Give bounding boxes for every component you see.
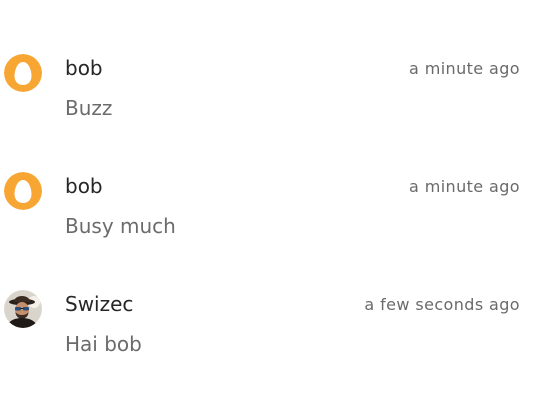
message-author[interactable]: Swizec xyxy=(65,291,133,317)
message-item: bob a minute ago Buzz xyxy=(0,50,537,130)
egg-icon[interactable] xyxy=(4,54,42,92)
message-item: bob a minute ago Busy much xyxy=(0,168,537,248)
egg-icon[interactable] xyxy=(4,172,42,210)
message-text: Hai bob xyxy=(65,332,142,356)
message-timestamp: a minute ago xyxy=(409,177,520,196)
message-feed: bob a minute ago Buzz bob a minute ago B… xyxy=(0,0,537,400)
message-author[interactable]: bob xyxy=(65,173,103,199)
message-text: Buzz xyxy=(65,96,113,120)
message-timestamp: a few seconds ago xyxy=(364,295,520,314)
message-item: Swizec a few seconds ago Hai bob xyxy=(0,286,537,366)
message-text: Busy much xyxy=(65,214,176,238)
user-photo-avatar[interactable] xyxy=(4,290,42,328)
message-author[interactable]: bob xyxy=(65,55,103,81)
message-timestamp: a minute ago xyxy=(409,59,520,78)
